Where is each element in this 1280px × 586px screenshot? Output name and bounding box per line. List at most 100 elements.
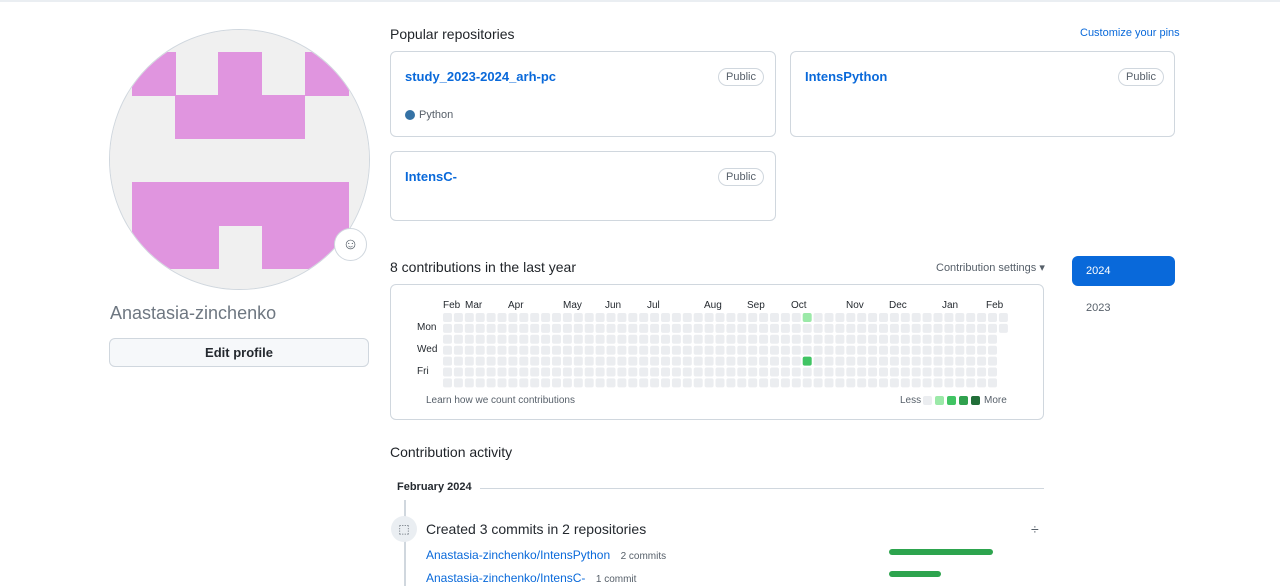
contribution-day[interactable]	[846, 345, 856, 355]
contribution-day[interactable]	[464, 313, 474, 322]
contribution-day[interactable]	[737, 367, 747, 377]
contribution-day[interactable]	[770, 313, 779, 322]
contribution-day[interactable]	[486, 345, 496, 355]
contribution-day[interactable]	[802, 378, 812, 388]
contribution-day[interactable]	[661, 313, 670, 322]
contribution-day[interactable]	[966, 334, 976, 344]
contribution-day[interactable]	[791, 345, 801, 355]
contribution-day[interactable]	[944, 356, 954, 366]
contribution-day[interactable]	[715, 356, 725, 366]
contribution-day[interactable]	[780, 345, 790, 355]
contribution-day[interactable]	[998, 323, 1008, 333]
contribution-day[interactable]	[552, 313, 561, 322]
contribution-day[interactable]	[628, 378, 638, 388]
contribution-day[interactable]	[639, 313, 649, 322]
contribution-day[interactable]	[704, 367, 714, 377]
contribution-day[interactable]	[966, 356, 976, 366]
contribution-day[interactable]	[977, 345, 987, 355]
fold-icon[interactable]: ÷	[1031, 521, 1039, 537]
contribution-day[interactable]	[617, 356, 627, 366]
contribution-day[interactable]	[879, 313, 888, 322]
contribution-day[interactable]	[552, 334, 561, 344]
contribution-day[interactable]	[889, 345, 899, 355]
contribution-day[interactable]	[770, 345, 779, 355]
contribution-day[interactable]	[486, 378, 496, 388]
contribution-day[interactable]	[944, 378, 954, 388]
contribution-day[interactable]	[759, 345, 769, 355]
contribution-day[interactable]	[922, 378, 932, 388]
contribution-day[interactable]	[650, 367, 660, 377]
contribution-day[interactable]	[693, 345, 703, 355]
contribution-day[interactable]	[628, 367, 638, 377]
contribution-day[interactable]	[737, 323, 747, 333]
contribution-day[interactable]	[770, 378, 779, 388]
contribution-day[interactable]	[573, 378, 583, 388]
contribution-day[interactable]	[464, 323, 474, 333]
contribution-day[interactable]	[813, 323, 823, 333]
contribution-day[interactable]	[606, 334, 616, 344]
repo-link[interactable]: IntensPython	[805, 69, 887, 84]
contribution-day[interactable]	[682, 345, 692, 355]
contribution-day[interactable]	[824, 313, 834, 322]
contribution-day[interactable]	[726, 313, 736, 322]
contribution-day[interactable]	[584, 356, 594, 366]
contribution-day[interactable]	[846, 323, 856, 333]
contribution-day[interactable]	[726, 367, 736, 377]
contribution-day[interactable]	[541, 378, 551, 388]
contribution-day[interactable]	[562, 323, 572, 333]
contribution-day[interactable]	[595, 378, 605, 388]
contribution-day[interactable]	[802, 313, 812, 322]
contribution-day[interactable]	[846, 334, 856, 344]
contribution-day[interactable]	[617, 345, 627, 355]
contribution-day[interactable]	[715, 323, 725, 333]
contribution-day[interactable]	[639, 323, 649, 333]
contribution-day[interactable]	[639, 378, 649, 388]
contribution-day[interactable]	[519, 378, 529, 388]
contribution-day[interactable]	[671, 323, 681, 333]
contribution-day[interactable]	[813, 378, 823, 388]
contribution-day[interactable]	[606, 378, 616, 388]
contribution-day[interactable]	[671, 356, 681, 366]
contribution-day[interactable]	[682, 334, 692, 344]
contribution-day[interactable]	[846, 356, 856, 366]
contribution-day[interactable]	[453, 378, 463, 388]
contribution-day[interactable]	[835, 323, 845, 333]
contribution-day[interactable]	[911, 367, 921, 377]
contribution-day[interactable]	[704, 378, 714, 388]
contribution-day[interactable]	[900, 323, 910, 333]
contribution-day[interactable]	[443, 378, 452, 388]
contribution-day[interactable]	[835, 378, 845, 388]
contribution-day[interactable]	[530, 378, 540, 388]
contribution-day[interactable]	[748, 345, 758, 355]
contribution-day[interactable]	[519, 356, 529, 366]
contribution-day[interactable]	[911, 313, 921, 322]
contribution-day[interactable]	[900, 313, 910, 322]
contribution-day[interactable]	[726, 323, 736, 333]
contribution-day[interactable]	[562, 378, 572, 388]
year-button-2023[interactable]: 2023	[1086, 302, 1110, 314]
contribution-day[interactable]	[661, 345, 670, 355]
contribution-day[interactable]	[868, 356, 878, 366]
contribution-day[interactable]	[530, 334, 540, 344]
contribution-day[interactable]	[748, 323, 758, 333]
contribution-day[interactable]	[508, 378, 518, 388]
contribution-day[interactable]	[879, 378, 888, 388]
contribution-day[interactable]	[693, 378, 703, 388]
contribution-day[interactable]	[900, 378, 910, 388]
contribution-day[interactable]	[715, 367, 725, 377]
contribution-day[interactable]	[497, 313, 507, 322]
contribution-day[interactable]	[802, 323, 812, 333]
contribution-day[interactable]	[671, 378, 681, 388]
contribution-day[interactable]	[944, 323, 954, 333]
activity-repo-link[interactable]: Anastasia-zinchenko/IntensPython	[426, 548, 610, 562]
contribution-day[interactable]	[802, 334, 812, 344]
contribution-day[interactable]	[780, 323, 790, 333]
contribution-day[interactable]	[704, 334, 714, 344]
contribution-day[interactable]	[868, 378, 878, 388]
contribution-day[interactable]	[759, 313, 769, 322]
contribution-day[interactable]	[584, 345, 594, 355]
contribution-day[interactable]	[748, 313, 758, 322]
contribution-day[interactable]	[900, 356, 910, 366]
contribution-day[interactable]	[475, 356, 485, 366]
contribution-day[interactable]	[824, 356, 834, 366]
